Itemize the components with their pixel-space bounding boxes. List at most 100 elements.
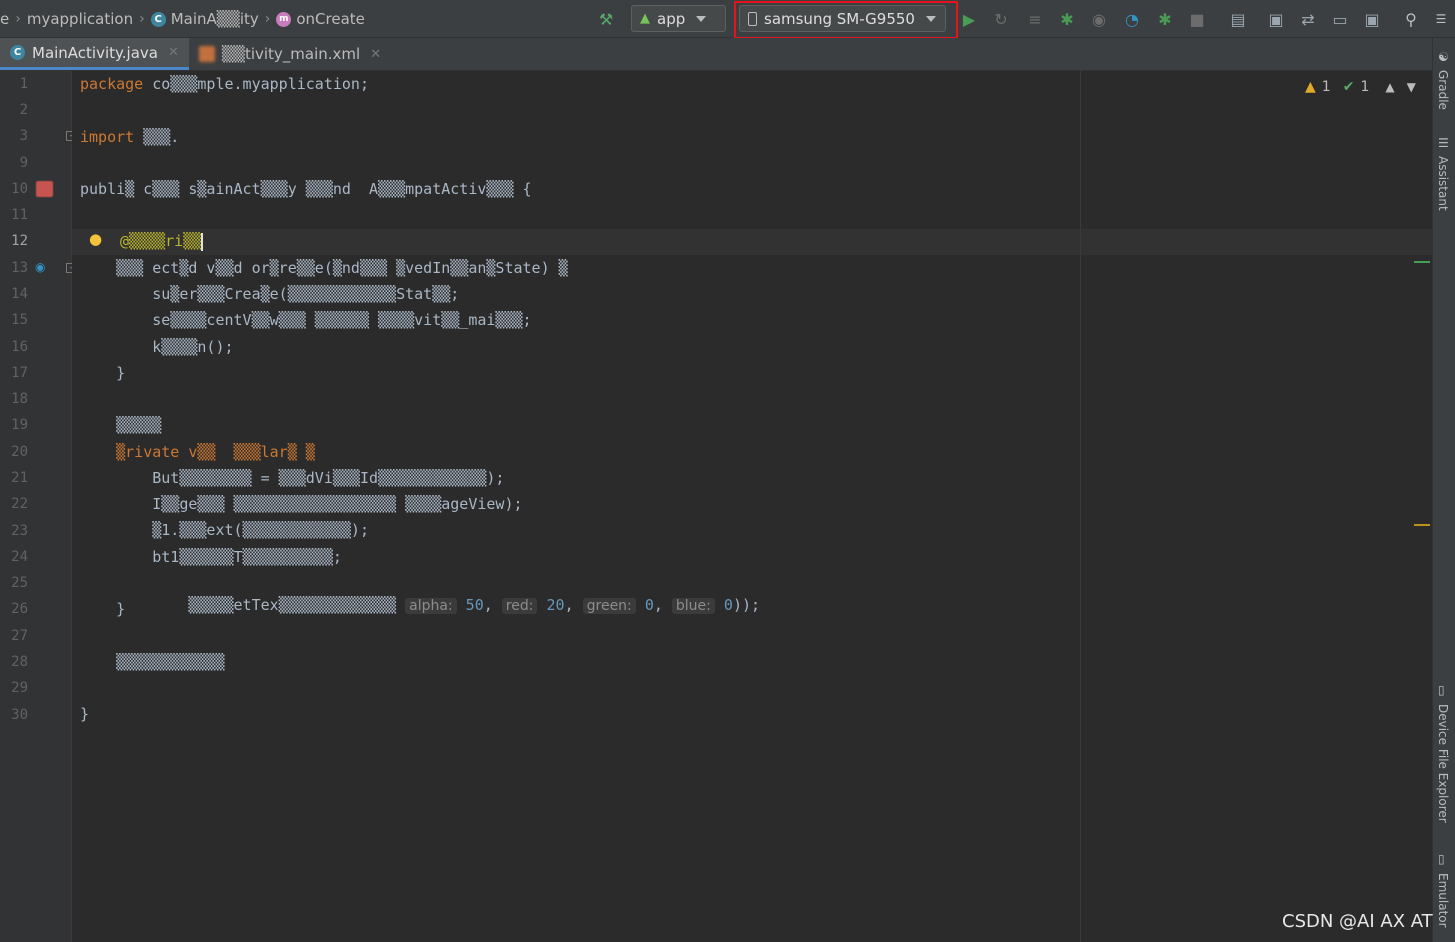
line-number: 22 xyxy=(11,496,28,512)
hammer-icon[interactable]: ⚒ xyxy=(595,7,617,31)
line-number: 10 xyxy=(11,181,28,197)
code-line: } xyxy=(80,364,126,382)
code-editor[interactable]: package co▒▒▒mple.myapplication; import … xyxy=(72,71,1432,942)
close-icon[interactable]: ✕ xyxy=(370,47,381,62)
line-number: 15 xyxy=(11,312,28,328)
navigation-bar: e › myapplication › C MainA▒▒ity › m onC… xyxy=(0,0,1455,39)
chevron-right-icon: › xyxy=(264,11,271,27)
line-number: 23 xyxy=(11,523,28,539)
code-line: } xyxy=(80,600,126,618)
attach-debugger-icon[interactable]: ✱ xyxy=(1154,7,1176,31)
breadcrumb-item-method[interactable]: m onCreate xyxy=(276,10,365,28)
settings-icon[interactable]: ☰ xyxy=(1430,7,1452,31)
current-line-highlight xyxy=(72,229,1432,255)
line-number: 26 xyxy=(11,601,28,617)
coverage-icon[interactable]: ◉ xyxy=(1088,7,1110,31)
lightbulb-icon[interactable]: ● xyxy=(89,230,102,248)
tool-window-emulator[interactable]: Emulator xyxy=(1436,873,1450,928)
line-number: 2 xyxy=(19,102,28,118)
line-number: 17 xyxy=(11,365,28,381)
code-line: ▒1.▒▒▒ext(▒▒▒▒▒▒▒▒▒▒▒▒); xyxy=(80,521,369,539)
line-number: 12 xyxy=(11,233,28,249)
change-marker[interactable] xyxy=(1414,261,1430,263)
code-line: ▒▒▒▒▒▒▒▒▒▒▒▒ xyxy=(80,653,225,671)
warning-marker[interactable] xyxy=(1414,524,1430,526)
line-number: 27 xyxy=(11,628,28,644)
sync-gradle-icon[interactable]: ⇄ xyxy=(1297,7,1319,31)
android-icon: ▲ xyxy=(640,11,650,26)
line-number: 11 xyxy=(11,207,28,223)
chevron-up-icon[interactable]: ▲ xyxy=(1385,80,1394,94)
tool-window-device-file-explorer[interactable]: Device File Explorer xyxy=(1436,704,1450,823)
check-icon: ✔ xyxy=(1342,79,1355,95)
code-line: ▒▒▒▒▒ xyxy=(80,416,162,434)
line-number: 28 xyxy=(11,654,28,670)
breadcrumb-item-class[interactable]: C MainA▒▒ity xyxy=(150,10,259,28)
code-line: se▒▒▒▒centV▒▒w▒▒▒ ▒▒▒▒▒▒ ▒▒▒▒vit▒▒_mai▒▒… xyxy=(80,311,532,329)
apply-changes-icon[interactable]: ≡ xyxy=(1024,7,1046,31)
code-line: package co▒▒▒mple.myapplication; xyxy=(80,75,369,93)
line-number: 13 xyxy=(11,260,28,276)
chevron-down-icon[interactable]: ▼ xyxy=(1407,80,1416,94)
emulator-icon: ▯ xyxy=(1438,852,1445,866)
line-number: 9 xyxy=(19,155,28,171)
code-line: @▒▒▒▒ri▒▒ xyxy=(120,232,204,251)
line-number: 16 xyxy=(11,339,28,355)
run-configuration-select[interactable]: ▲ app xyxy=(631,5,726,32)
code-line: But▒▒▒▒▒▒▒▒ = ▒▒▒dVi▒▒▒Id▒▒▒▒▒▒▒▒▒▒▒▒); xyxy=(80,469,505,487)
sdk-manager-icon[interactable]: ▣ xyxy=(1361,7,1383,31)
assistant-icon: ☰ xyxy=(1438,136,1449,150)
right-tool-strip: ☯ Gradle ☰ Assistant ▯ Device File Explo… xyxy=(1432,38,1455,942)
line-number: 21 xyxy=(11,470,28,486)
tool-window-gradle[interactable]: Gradle xyxy=(1436,70,1450,110)
profiler-icon[interactable]: ◔ xyxy=(1121,7,1143,31)
editor-tabs: C MainActivity.java ✕ ▒▒tivity_main.xml … xyxy=(0,38,1432,71)
line-number: 20 xyxy=(11,444,28,460)
breadcrumb-item-project[interactable]: myapplication xyxy=(27,10,133,28)
code-line: ▒▒▒▒▒etTex▒▒▒▒▒▒▒▒▒▒▒▒▒ alpha: 50, red: … xyxy=(116,596,761,614)
parameter-hint: blue: xyxy=(671,598,715,614)
run-icon[interactable]: ▶ xyxy=(958,7,980,31)
stop-icon[interactable]: ■ xyxy=(1186,7,1208,31)
code-line: k▒▒▒▒n(); xyxy=(80,338,234,356)
warning-icon: ▲ xyxy=(1305,79,1316,95)
implements-icon[interactable] xyxy=(36,181,53,197)
code-line: publi▒ c▒▒▒ s▒ainAct▒▒▒y ▒▒▒nd A▒▒▒mpatA… xyxy=(80,180,532,198)
line-number: 18 xyxy=(11,391,28,407)
rerun-icon[interactable]: ↻ xyxy=(990,7,1012,31)
line-number: 24 xyxy=(11,549,28,565)
line-number: 3 xyxy=(19,128,28,144)
tab-activity-main-xml[interactable]: ▒▒tivity_main.xml ✕ xyxy=(189,38,391,70)
method-icon: m xyxy=(276,11,292,27)
code-line: ▒rivate v▒▒ ▒▒▒lar▒ ▒ xyxy=(80,443,315,461)
tool-window-assistant[interactable]: Assistant xyxy=(1436,156,1450,211)
code-line: import ▒▒▒. xyxy=(80,128,180,146)
terminal-icon[interactable]: ▣ xyxy=(1265,7,1287,31)
override-icon[interactable]: ◉ xyxy=(35,260,45,274)
close-icon[interactable]: ✕ xyxy=(168,45,179,60)
avd-manager-icon[interactable]: ▭ xyxy=(1329,7,1351,31)
debug-icon[interactable]: ✱ xyxy=(1056,7,1078,31)
chevron-right-icon: › xyxy=(139,11,145,27)
class-icon: C xyxy=(10,45,25,60)
class-icon: C xyxy=(150,11,166,27)
right-margin-guide xyxy=(1080,71,1081,942)
line-number: 29 xyxy=(11,680,28,696)
line-number: 25 xyxy=(11,575,28,591)
search-icon[interactable]: ⚲ xyxy=(1400,7,1422,31)
line-number: 30 xyxy=(11,707,28,723)
line-number: 19 xyxy=(11,417,28,433)
chevron-right-icon: › xyxy=(15,11,21,27)
code-line: } xyxy=(80,705,90,723)
xml-file-icon xyxy=(198,46,215,62)
inspection-widget[interactable]: ▲ 1 ✔ 1 ▲ ▼ xyxy=(1305,79,1416,95)
line-number: 14 xyxy=(11,286,28,302)
gradle-icon: ☯ xyxy=(1438,50,1449,64)
breadcrumb: e › myapplication › C MainA▒▒ity › m onC… xyxy=(0,0,365,38)
parameter-hint: red: xyxy=(501,598,538,614)
project-structure-icon[interactable]: ▤ xyxy=(1227,7,1249,31)
line-number: 1 xyxy=(19,76,28,92)
breadcrumb-item[interactable]: e xyxy=(0,10,9,28)
tab-mainactivity[interactable]: C MainActivity.java ✕ xyxy=(0,38,189,70)
parameter-hint: alpha: xyxy=(405,598,457,614)
